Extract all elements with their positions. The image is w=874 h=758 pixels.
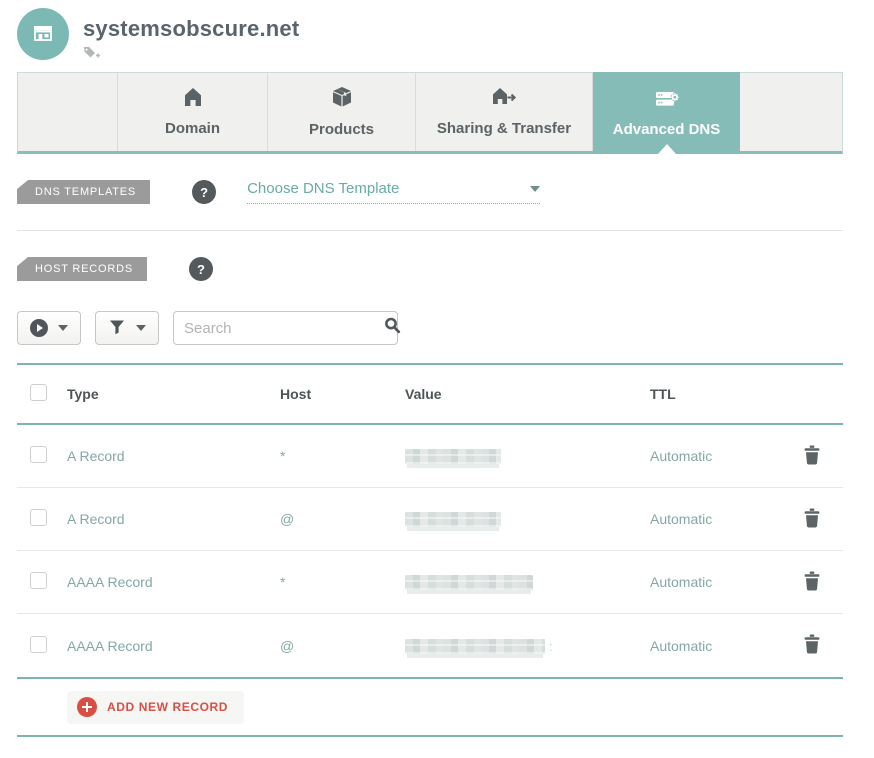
chevron-down-icon bbox=[136, 325, 146, 331]
row-checkbox[interactable] bbox=[30, 572, 47, 589]
trash-icon bbox=[803, 634, 821, 654]
tab-label: Domain bbox=[165, 120, 220, 137]
row-checkbox[interactable] bbox=[30, 509, 47, 526]
records-toolbar bbox=[17, 311, 843, 345]
magnifier-icon[interactable] bbox=[383, 316, 402, 340]
add-new-record-label: ADD NEW RECORD bbox=[107, 700, 228, 714]
plus-circle-icon bbox=[77, 697, 97, 717]
table-header-row: Type Host Value TTL bbox=[17, 363, 843, 425]
dns-templates-section: DNS TEMPLATES ? Choose DNS Template bbox=[17, 180, 843, 204]
tab-sharing-transfer[interactable]: Sharing & Transfer bbox=[416, 73, 593, 151]
column-header-type: Type bbox=[67, 386, 280, 402]
tab-label: Products bbox=[309, 121, 374, 138]
column-header-value: Value bbox=[405, 386, 650, 402]
trash-icon bbox=[803, 445, 821, 465]
record-ttl: Automatic bbox=[650, 448, 769, 464]
record-host: * bbox=[280, 574, 405, 590]
page-title: systemsobscure.net bbox=[83, 16, 299, 42]
record-type: A Record bbox=[67, 448, 280, 464]
play-circle-icon bbox=[30, 319, 48, 337]
tab-advanced-dns[interactable]: Advanced DNS bbox=[593, 72, 740, 154]
trash-icon bbox=[803, 508, 821, 528]
host-records-help-icon[interactable]: ? bbox=[189, 257, 213, 281]
dns-template-dropdown-label: Choose DNS Template bbox=[247, 180, 399, 197]
house-icon bbox=[182, 87, 204, 112]
host-records-table: Type Host Value TTL A Record * Automatic bbox=[17, 363, 843, 737]
add-tag-icon[interactable] bbox=[83, 46, 100, 65]
search-box bbox=[173, 311, 398, 345]
record-host: * bbox=[280, 448, 405, 464]
funnel-icon bbox=[108, 318, 126, 339]
record-value bbox=[405, 448, 650, 465]
filter-dropdown[interactable] bbox=[95, 311, 159, 345]
record-type: AAAA Record bbox=[67, 638, 280, 654]
dns-server-icon bbox=[654, 88, 680, 113]
record-value bbox=[405, 511, 650, 528]
column-header-host: Host bbox=[280, 386, 405, 402]
record-host: @ bbox=[280, 511, 405, 527]
redacted-value bbox=[405, 449, 501, 464]
package-icon bbox=[331, 86, 353, 113]
advanced-dns-page: systemsobscure.net Domain bbox=[0, 0, 874, 737]
column-header-ttl: TTL bbox=[650, 386, 769, 402]
tab-label: Sharing & Transfer bbox=[437, 120, 571, 137]
redacted-value bbox=[405, 639, 545, 654]
row-checkbox[interactable] bbox=[30, 446, 47, 463]
delete-record-button[interactable] bbox=[801, 632, 823, 659]
delete-record-button[interactable] bbox=[801, 443, 823, 470]
table-row: A Record * Automatic bbox=[17, 425, 843, 488]
record-value: : bbox=[405, 637, 650, 654]
host-records-badge: HOST RECORDS bbox=[17, 257, 147, 281]
section-divider bbox=[17, 230, 843, 231]
record-ttl: Automatic bbox=[650, 574, 769, 590]
tab-label: Advanced DNS bbox=[613, 121, 721, 138]
record-value bbox=[405, 574, 650, 591]
redacted-value-suffix: : bbox=[549, 639, 553, 654]
dns-templates-help-icon[interactable]: ? bbox=[192, 180, 216, 204]
table-footer: ADD NEW RECORD bbox=[17, 677, 843, 737]
chevron-down-icon bbox=[530, 186, 540, 192]
search-input[interactable] bbox=[184, 320, 383, 337]
record-ttl: Automatic bbox=[650, 638, 769, 654]
redacted-value bbox=[405, 512, 501, 527]
dns-template-dropdown[interactable]: Choose DNS Template bbox=[247, 180, 540, 204]
trash-icon bbox=[803, 571, 821, 591]
domain-header: systemsobscure.net bbox=[17, 0, 843, 72]
tabstrip-spacer-right bbox=[740, 73, 842, 151]
table-row: AAAA Record * Automatic bbox=[17, 551, 843, 614]
bulk-actions-dropdown[interactable] bbox=[17, 311, 81, 345]
host-records-tbody: A Record * Automatic A Record @ Automati… bbox=[17, 425, 843, 677]
storefront-icon bbox=[29, 18, 57, 51]
transfer-house-icon bbox=[491, 87, 517, 112]
select-all-checkbox[interactable] bbox=[30, 384, 47, 401]
record-type: A Record bbox=[67, 511, 280, 527]
tab-bar: Domain Products Sharing & Transfer bbox=[17, 72, 843, 154]
tab-domain[interactable]: Domain bbox=[118, 73, 268, 151]
tab-products[interactable]: Products bbox=[268, 73, 416, 151]
tabstrip-spacer-left bbox=[18, 73, 118, 151]
add-new-record-button[interactable]: ADD NEW RECORD bbox=[67, 691, 244, 724]
domain-avatar bbox=[17, 8, 69, 60]
delete-record-button[interactable] bbox=[801, 569, 823, 596]
row-checkbox[interactable] bbox=[30, 636, 47, 653]
host-records-section: HOST RECORDS ? bbox=[17, 257, 843, 281]
chevron-down-icon bbox=[58, 325, 68, 331]
dns-templates-badge: DNS TEMPLATES bbox=[17, 180, 150, 204]
table-row: AAAA Record @ : Automatic bbox=[17, 614, 843, 677]
record-host: @ bbox=[280, 638, 405, 654]
record-ttl: Automatic bbox=[650, 511, 769, 527]
delete-record-button[interactable] bbox=[801, 506, 823, 533]
table-row: A Record @ Automatic bbox=[17, 488, 843, 551]
redacted-value bbox=[405, 575, 533, 590]
record-type: AAAA Record bbox=[67, 574, 280, 590]
